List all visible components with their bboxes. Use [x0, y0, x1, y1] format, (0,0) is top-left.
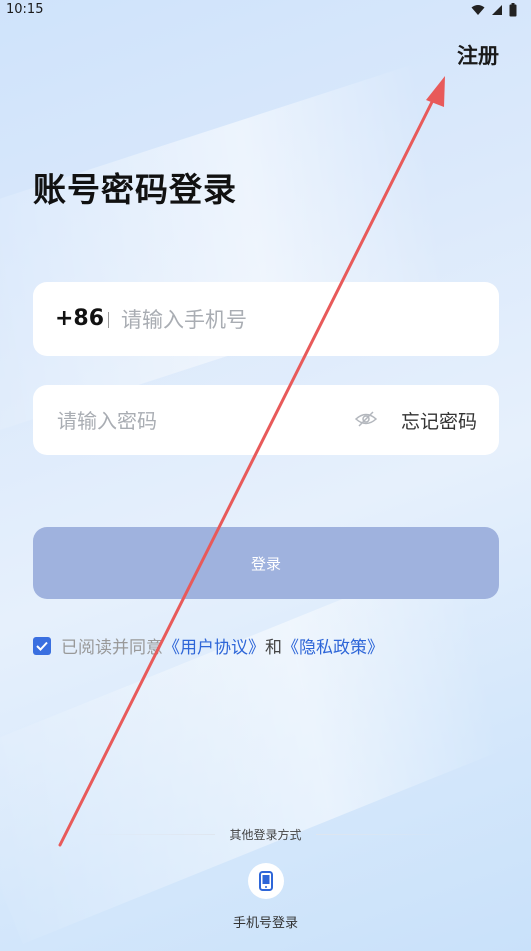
country-code[interactable]: +86 [55, 306, 104, 331]
battery-icon [509, 3, 517, 17]
agreement-and: 和 [265, 638, 282, 658]
agreement-text: 已阅读并同意《用户协议》和《隐私政策》 [61, 633, 384, 658]
status-icons [471, 3, 517, 17]
divider [108, 312, 109, 328]
privacy-policy-link[interactable]: 《隐私政策》 [282, 638, 384, 658]
wifi-icon [471, 5, 485, 15]
phone-field: +86 [33, 282, 499, 356]
register-link[interactable]: 注册 [457, 40, 499, 70]
password-input[interactable] [55, 401, 349, 441]
signal-icon [492, 5, 502, 15]
phone-login-button[interactable] [248, 863, 284, 899]
background-glare [0, 7, 531, 433]
page-title: 账号密码登录 [33, 170, 237, 209]
password-field: 忘记密码 [33, 385, 499, 455]
forgot-password-link[interactable]: 忘记密码 [401, 407, 477, 434]
phone-input[interactable] [119, 300, 463, 340]
phone-login-label: 手机号登录 [232, 916, 298, 931]
user-agreement-link[interactable]: 《用户协议》 [163, 638, 265, 658]
status-bar: 10:15 [0, 0, 531, 22]
agreement-checkbox[interactable] [33, 636, 51, 655]
agreement-prefix: 已阅读并同意 [61, 638, 163, 658]
status-time: 10:15 [6, 2, 44, 17]
checkmark-icon [36, 641, 48, 651]
eye-off-icon[interactable] [354, 410, 378, 432]
divider-line [316, 834, 451, 835]
other-login-title: 其他登录方式 [229, 828, 302, 842]
login-button[interactable]: 登录 [33, 527, 499, 599]
phone-icon [259, 871, 273, 891]
agreement-row: 已阅读并同意《用户协议》和《隐私政策》 [33, 633, 384, 658]
